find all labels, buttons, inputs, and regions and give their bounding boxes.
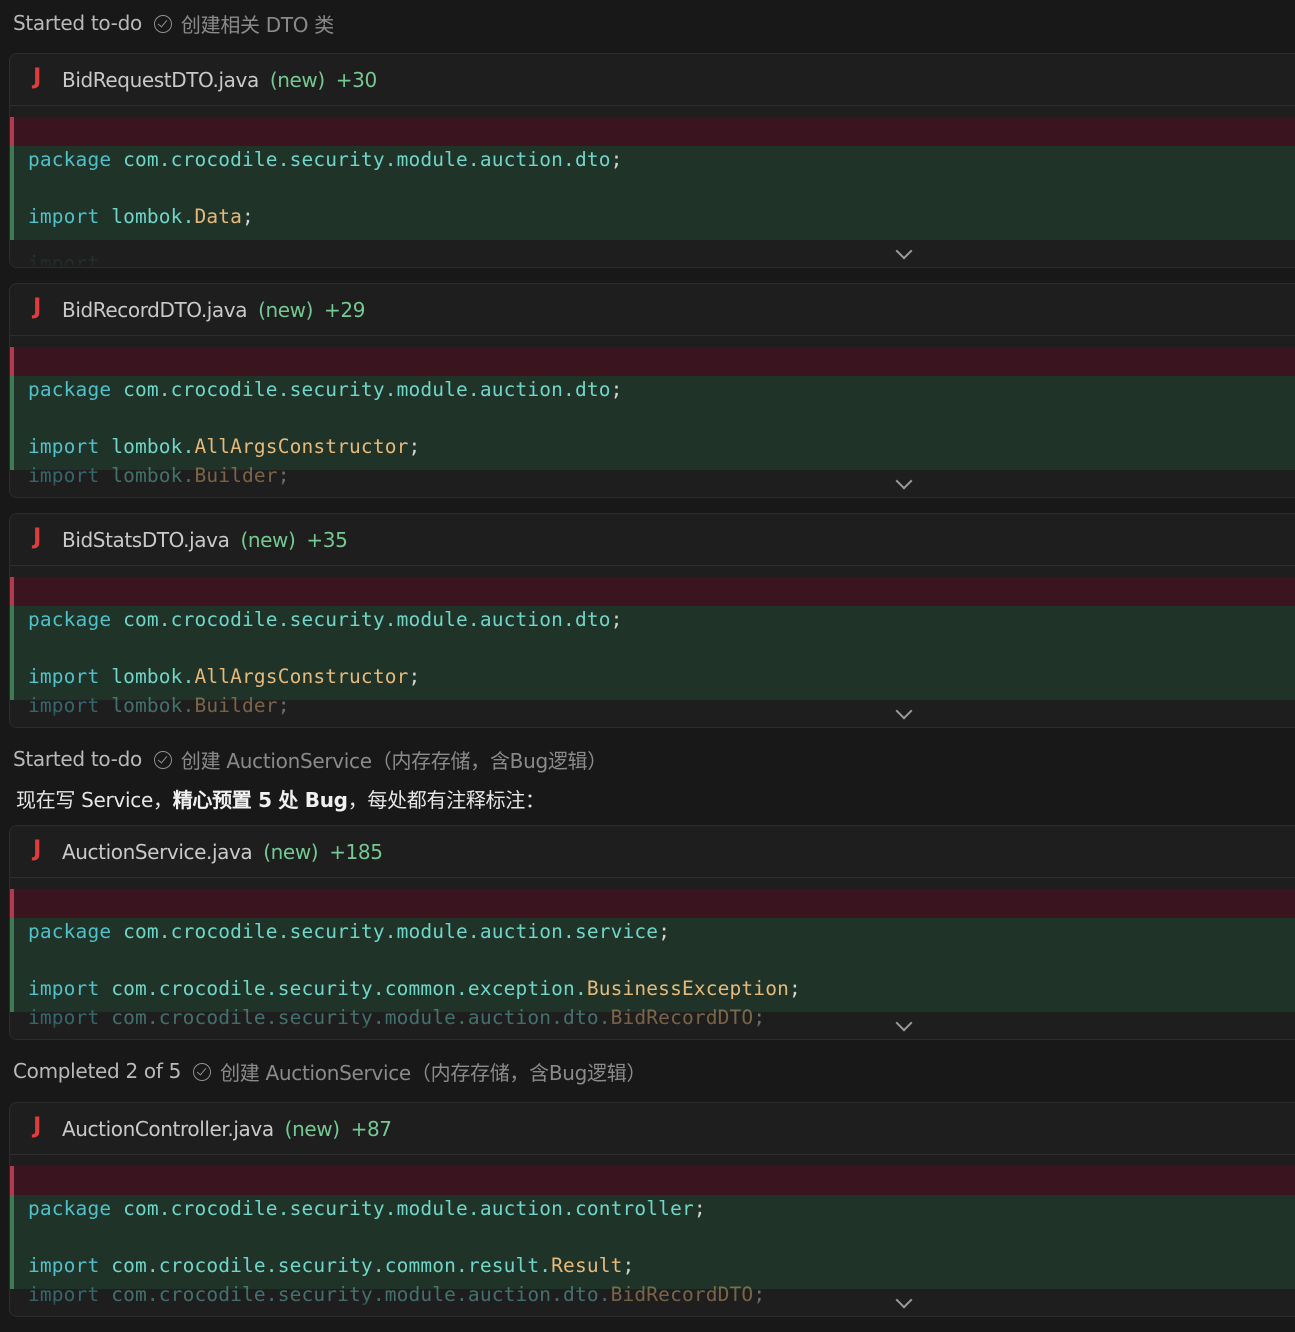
file-diff-header[interactable]: J BidRequestDTO.java (new) +30 — [10, 54, 1295, 106]
check-circle-icon — [153, 15, 172, 33]
file-name[interactable]: BidRecordDTO.java — [62, 298, 247, 322]
code-line: package com.crocodile.security.module.au… — [28, 920, 671, 943]
file-diff-card[interactable]: J BidRequestDTO.java (new) +30 package c… — [9, 53, 1295, 268]
code-line: package com.crocodile.security.module.au… — [28, 148, 623, 171]
todo-status-label: Completed 2 of 5 — [13, 1059, 182, 1083]
lines-added-count: +185 — [329, 839, 383, 864]
check-circle-icon — [193, 1063, 212, 1081]
file-new-badge: (new) — [284, 1116, 340, 1141]
lines-added-count: +30 — [335, 67, 377, 92]
fade-overlay — [10, 1023, 1295, 1038]
todo-task-label: 创建 AuctionService（内存存储，含Bug逻辑） — [180, 748, 607, 773]
java-j-icon: J — [33, 295, 41, 320]
file-name[interactable]: BidRequestDTO.java — [62, 68, 259, 92]
todo-status-row: Started to-do 创建 AuctionService（内存存储，含Bu… — [13, 744, 607, 774]
diff-body: package com.crocodile.security.module.au… — [10, 878, 1295, 1038]
deleted-line — [10, 577, 1295, 606]
java-j-icon: J — [33, 525, 41, 550]
todo-task-label: 创建 AuctionService（内存存储，含Bug逻辑） — [220, 1060, 647, 1085]
todo-status-label: Started to-do — [13, 747, 142, 771]
java-j-icon: J — [33, 65, 41, 90]
file-name[interactable]: AuctionController.java — [62, 1117, 274, 1141]
lines-added-count: +87 — [350, 1116, 392, 1141]
deleted-line — [10, 1166, 1295, 1195]
file-diff-header[interactable]: J AuctionController.java (new) +87 — [10, 1103, 1295, 1155]
file-new-badge: (new) — [240, 527, 296, 552]
todo-status-row: Started to-do 创建相关 DTO 类 — [13, 8, 334, 38]
diff-body: package com.crocodile.security.module.au… — [10, 106, 1295, 266]
todo-status-row: Completed 2 of 5 创建 AuctionService（内存存储，… — [13, 1056, 646, 1086]
file-diff-card[interactable]: J AuctionController.java (new) +87 packa… — [9, 1102, 1295, 1317]
check-circle-icon — [153, 751, 172, 769]
file-diff-card[interactable]: J AuctionService.java (new) +185 package… — [9, 825, 1295, 1040]
java-j-icon: J — [33, 1114, 41, 1139]
lines-added-count: +35 — [306, 527, 348, 552]
todo-status-label: Started to-do — [13, 11, 142, 35]
java-j-icon: J — [33, 837, 41, 862]
code-line: import com.crocodile.security.common.res… — [28, 1254, 635, 1277]
diff-body: package com.crocodile.security.module.au… — [10, 566, 1295, 726]
todo-task-label: 创建相关 DTO 类 — [180, 12, 334, 37]
file-diff-card[interactable]: J BidRecordDTO.java (new) +29 package co… — [9, 283, 1295, 498]
file-name[interactable]: AuctionService.java — [62, 840, 253, 864]
fade-overlay — [10, 1300, 1295, 1315]
file-diff-header[interactable]: J BidStatsDTO.java (new) +35 — [10, 514, 1295, 566]
fade-overlay — [10, 240, 1295, 266]
lines-added-count: +29 — [324, 297, 366, 322]
diff-body: package com.crocodile.security.module.au… — [10, 1155, 1295, 1315]
code-line: import lombok.AllArgsConstructor; — [28, 435, 421, 458]
file-new-badge: (new) — [263, 839, 319, 864]
file-diff-header[interactable]: J AuctionService.java (new) +185 — [10, 826, 1295, 878]
code-line: import com.crocodile.security.common.exc… — [28, 977, 801, 1000]
code-line: package com.crocodile.security.module.au… — [28, 1197, 706, 1220]
file-diff-card[interactable]: J BidStatsDTO.java (new) +35 package com… — [9, 513, 1295, 728]
assistant-message: 现在写 Service， 精心预置 5 处 Bug ，每处都有注释标注： — [16, 787, 545, 812]
fade-overlay — [10, 481, 1295, 496]
diff-body: package com.crocodile.security.module.au… — [10, 336, 1295, 496]
file-new-badge: (new) — [269, 67, 325, 92]
deleted-line — [10, 117, 1295, 146]
file-new-badge: (new) — [258, 297, 314, 322]
code-line: package com.crocodile.security.module.au… — [28, 378, 623, 401]
file-name[interactable]: BidStatsDTO.java — [62, 528, 230, 552]
deleted-line — [10, 347, 1295, 376]
code-line: import lombok.AllArgsConstructor; — [28, 665, 421, 688]
fade-overlay — [10, 711, 1295, 726]
code-line: package com.crocodile.security.module.au… — [28, 608, 623, 631]
code-line: import lombok.Data; — [28, 205, 254, 228]
file-diff-header[interactable]: J BidRecordDTO.java (new) +29 — [10, 284, 1295, 336]
deleted-line — [10, 889, 1295, 918]
